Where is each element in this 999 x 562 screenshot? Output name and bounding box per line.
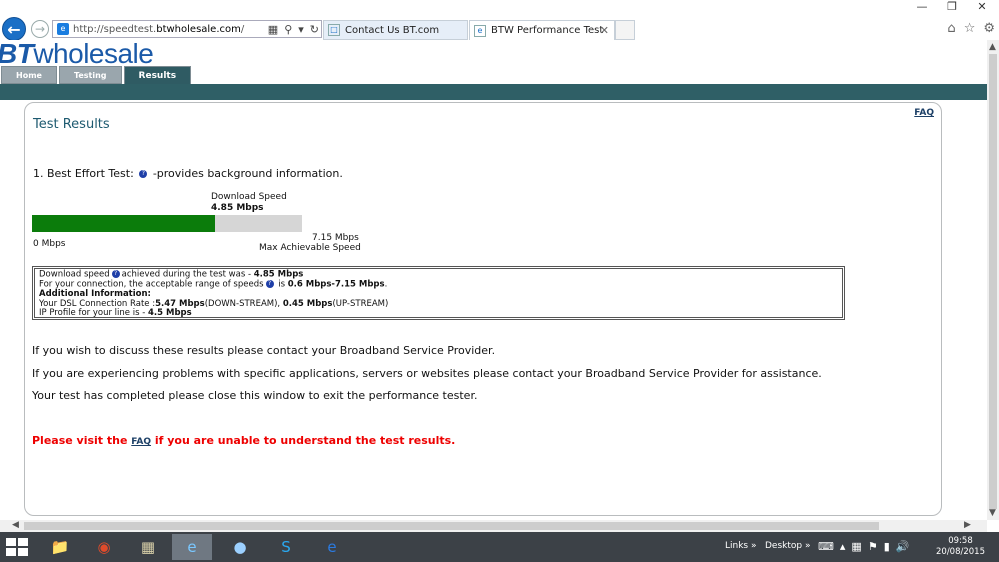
scroll-down-icon[interactable]: ▼ bbox=[989, 508, 996, 518]
best-effort-heading: 1. Best Effort Test: ? -provides backgro… bbox=[33, 167, 343, 180]
speed-bar-fill bbox=[32, 215, 215, 232]
tray-expand-icon[interactable]: ▴ bbox=[840, 540, 846, 553]
completed-text: Your test has completed please close thi… bbox=[32, 389, 478, 402]
scroll-up-icon[interactable]: ▲ bbox=[989, 42, 996, 52]
windows-start-icon[interactable] bbox=[6, 538, 28, 556]
download-speed-value: 4.85 Mbps bbox=[211, 203, 264, 213]
browser-chrome: — ❐ ✕ ← → e http://speedtest.btwholesale… bbox=[0, 0, 999, 41]
home-icon[interactable]: ⌂ bbox=[947, 21, 955, 36]
speed-bar-max-caption: Max Achievable Speed bbox=[259, 243, 361, 253]
download-speed-label: Download Speed bbox=[211, 192, 287, 202]
site-tab-testing[interactable]: Testing bbox=[58, 66, 122, 84]
horizontal-scroll-thumb[interactable] bbox=[24, 522, 879, 530]
windows-flag-icon[interactable]: ▦ bbox=[851, 540, 861, 553]
page-title: Test Results bbox=[33, 117, 110, 132]
scroll-left-icon[interactable]: ◀ bbox=[12, 520, 19, 530]
skype-icon[interactable]: S bbox=[266, 534, 306, 560]
network-globe-icon[interactable]: ● bbox=[220, 534, 260, 560]
ie-icon: e bbox=[474, 24, 486, 37]
back-button[interactable]: ← bbox=[2, 17, 26, 41]
network-icon[interactable]: ▮ bbox=[884, 540, 890, 553]
control-panel-icon[interactable]: ▦ bbox=[128, 534, 168, 560]
tab-label: Contact Us BT.com bbox=[345, 24, 440, 36]
vertical-scroll-thumb[interactable] bbox=[989, 54, 997, 509]
site-nav: Home Testing Results bbox=[1, 66, 192, 85]
speed-bar bbox=[32, 215, 302, 232]
info-line-download: Download speed? achieved during the test … bbox=[39, 269, 304, 280]
results-panel: FAQ Test Results 1. Best Effort Test: ? … bbox=[24, 102, 942, 516]
faq-link[interactable]: FAQ bbox=[914, 108, 934, 118]
results-info-box: Download speed? achieved during the test … bbox=[32, 266, 845, 320]
page-icon: □ bbox=[328, 24, 340, 36]
search-icon[interactable]: ⚲ bbox=[284, 23, 292, 36]
window-controls: — ❐ ✕ bbox=[907, 0, 997, 13]
vertical-scrollbar[interactable]: ▲ ▼ bbox=[987, 40, 999, 520]
restore-button[interactable]: ❐ bbox=[937, 0, 967, 13]
address-bar[interactable]: e http://speedtest.btwholesale.com/ ▦ ⚲ … bbox=[52, 20, 322, 38]
problems-text: If you are experiencing problems with sp… bbox=[32, 367, 822, 380]
taskbar-desktop-toolbar[interactable]: Desktop » bbox=[765, 541, 811, 551]
address-tools: ▦ ⚲ ▾ ↻ bbox=[268, 21, 319, 37]
speed-bar-min-label: 0 Mbps bbox=[33, 239, 66, 249]
clock-time: 09:58 bbox=[948, 536, 973, 546]
refresh-icon[interactable]: ↻ bbox=[310, 23, 319, 36]
site-tab-home[interactable]: Home bbox=[1, 66, 57, 84]
faq-inline-link[interactable]: FAQ bbox=[131, 437, 151, 447]
dropdown-icon[interactable]: ▾ bbox=[298, 23, 304, 36]
clock-date: 20/08/2015 bbox=[936, 547, 985, 557]
forward-button[interactable]: → bbox=[31, 20, 49, 38]
site-favicon-icon: e bbox=[57, 23, 69, 35]
tab-contact-us[interactable]: □ Contact Us BT.com bbox=[323, 20, 468, 40]
minimize-button[interactable]: — bbox=[907, 0, 937, 13]
close-window-button[interactable]: ✕ bbox=[967, 0, 997, 13]
address-url: http://speedtest.btwholesale.com/ bbox=[73, 23, 245, 35]
speed-bar-max-label: 7.15 Mbps bbox=[312, 233, 359, 243]
compat-view-icon[interactable]: ▦ bbox=[268, 23, 278, 36]
info-icon[interactable]: ? bbox=[139, 170, 148, 178]
action-center-flag-icon[interactable]: ⚑ bbox=[868, 540, 878, 553]
site-tab-results[interactable]: Results bbox=[123, 66, 192, 85]
volume-icon[interactable]: 🔊 bbox=[896, 540, 910, 553]
internet-explorer-icon[interactable]: e bbox=[172, 534, 212, 560]
settings-gear-icon[interactable]: ⚙ bbox=[983, 21, 995, 36]
ie-pinned-icon[interactable]: e bbox=[312, 534, 352, 560]
close-tab-icon[interactable]: ✕ bbox=[600, 24, 609, 37]
contact-provider-text: If you wish to discuss these results ple… bbox=[32, 344, 496, 357]
header-band bbox=[0, 84, 987, 100]
taskbar-clock[interactable]: 09:58 20/08/2015 bbox=[936, 536, 985, 558]
file-explorer-icon[interactable]: 📁 bbox=[40, 534, 80, 560]
new-tab-button[interactable] bbox=[615, 20, 635, 40]
info-line-ip-profile: IP Profile for your line is - 4.5 Mbps bbox=[39, 308, 192, 319]
favorites-star-icon[interactable]: ☆ bbox=[964, 21, 976, 36]
tab-performance-test[interactable]: e BTW Performance Test ✕ bbox=[469, 20, 615, 40]
chrome-icon[interactable]: ◉ bbox=[84, 534, 124, 560]
system-tray: ⌨ ▴ ▦ ⚑ ▮ 🔊 bbox=[818, 540, 909, 553]
faq-notice: Please visit the FAQ if you are unable t… bbox=[32, 434, 456, 447]
info-icon[interactable]: ? bbox=[111, 270, 120, 278]
horizontal-scrollbar[interactable]: ◀ ▶ bbox=[0, 520, 987, 532]
scroll-right-icon[interactable]: ▶ bbox=[964, 520, 971, 530]
web-page: BTwholesale Home Testing Results FAQ Tes… bbox=[0, 40, 987, 520]
taskbar-links-toolbar[interactable]: Links » bbox=[725, 541, 757, 551]
info-icon[interactable]: ? bbox=[265, 280, 274, 289]
browser-tools: ⌂ ☆ ⚙ bbox=[947, 21, 995, 36]
taskbar: 📁 ◉ ▦ e ● S e Links » Desktop » ⌨ ▴ ▦ ⚑ … bbox=[0, 532, 999, 562]
keyboard-icon[interactable]: ⌨ bbox=[818, 540, 834, 553]
info-line-range: For your connection, the acceptable rang… bbox=[39, 279, 388, 290]
tab-label: BTW Performance Test bbox=[491, 25, 604, 36]
